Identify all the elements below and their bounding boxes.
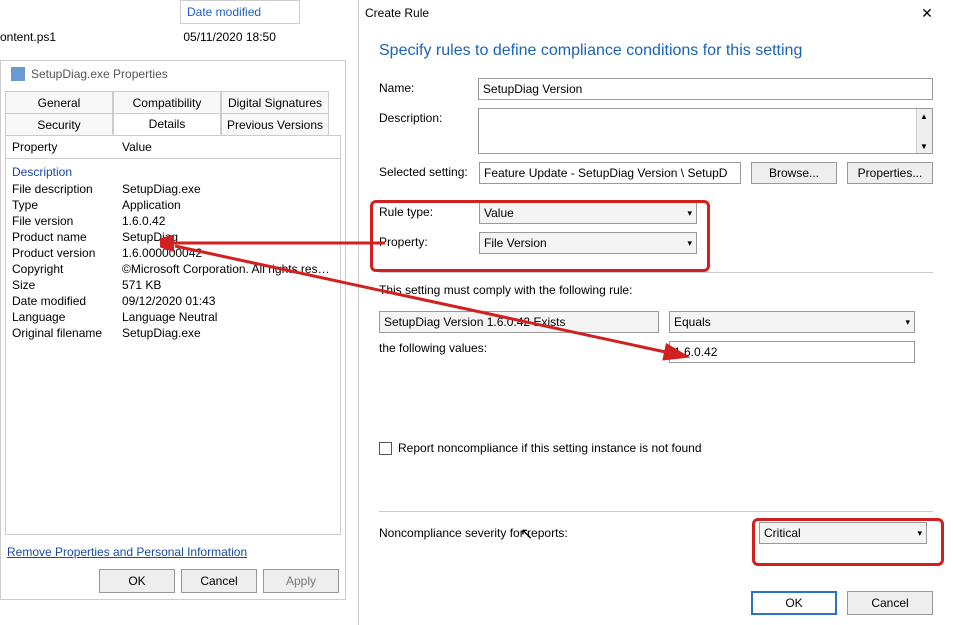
prop-label: Original filename xyxy=(12,326,122,340)
name-input[interactable]: SetupDiag Version xyxy=(478,78,933,100)
prop-value: 571 KB xyxy=(122,278,334,292)
prop-label: Product version xyxy=(12,246,122,260)
prop-value: Language Neutral xyxy=(122,310,334,324)
browse-button[interactable]: Browse... xyxy=(751,162,837,184)
report-noncompliance-checkbox[interactable]: Report noncompliance if this setting ins… xyxy=(379,441,933,455)
prop-value: ©Microsoft Corporation. All rights reser… xyxy=(122,262,334,276)
properties-button[interactable]: Properties... xyxy=(847,162,933,184)
dialog-heading: Specify rules to define compliance condi… xyxy=(359,26,953,78)
checkbox-label: Report noncompliance if this setting ins… xyxy=(398,441,702,455)
prop-value: SetupDiag.exe xyxy=(122,182,334,196)
label-following-values: the following values: xyxy=(379,341,669,355)
scroll-up-icon[interactable]: ▲ xyxy=(916,109,932,123)
annotation-highlight xyxy=(370,200,710,272)
operator-select[interactable]: Equals▾ xyxy=(669,311,915,333)
properties-window: SetupDiag.exe Properties General Compati… xyxy=(0,60,346,600)
file-date-label: 05/11/2020 18:50 xyxy=(183,30,276,44)
cancel-button[interactable]: Cancel xyxy=(847,591,933,615)
prop-label: Language xyxy=(12,310,122,324)
annotation-highlight xyxy=(752,518,944,566)
rule-summary-field: SetupDiag Version 1.6.0.42 Exists xyxy=(379,311,659,333)
tab-details[interactable]: Details xyxy=(113,113,221,135)
tab-compatibility[interactable]: Compatibility xyxy=(113,91,221,113)
prop-label: Product name xyxy=(12,230,122,244)
cancel-button[interactable]: Cancel xyxy=(181,569,257,593)
col-property: Property xyxy=(12,140,122,154)
remove-properties-link[interactable]: Remove Properties and Personal Informati… xyxy=(1,535,253,569)
section-description: Description xyxy=(6,159,340,181)
tab-previous-versions[interactable]: Previous Versions xyxy=(221,113,329,135)
prop-value-file-version: 1.6.0.42 xyxy=(122,214,334,228)
details-panel: Property Value Description File descript… xyxy=(5,135,341,535)
ok-button[interactable]: OK xyxy=(99,569,175,593)
file-name-label: ontent.ps1 xyxy=(0,30,180,44)
column-header-date[interactable]: Date modified xyxy=(180,0,300,24)
prop-value: 09/12/2020 01:43 xyxy=(122,294,334,308)
app-icon xyxy=(11,67,25,81)
value-input[interactable]: 1.6.0.42 xyxy=(669,341,915,363)
col-value: Value xyxy=(122,140,152,154)
prop-label: File description xyxy=(12,182,122,196)
window-title: Create Rule xyxy=(365,6,429,20)
label-severity: Noncompliance severity for reports: xyxy=(379,526,759,540)
prop-value: SetupDiag.exe xyxy=(122,326,334,340)
close-button[interactable]: ✕ xyxy=(907,2,947,24)
prop-value: 1.6.000000042 xyxy=(122,246,334,260)
label-description: Description: xyxy=(379,108,478,125)
close-icon: ✕ xyxy=(921,5,933,22)
prop-label: Copyright xyxy=(12,262,122,276)
properties-title: SetupDiag.exe Properties xyxy=(1,61,345,87)
prop-label: Type xyxy=(12,198,122,212)
label-name: Name: xyxy=(379,78,478,95)
checkbox-icon xyxy=(379,442,392,455)
comply-text: This setting must comply with the follow… xyxy=(379,283,933,297)
selected-setting-field: Feature Update - SetupDiag Version \ Set… xyxy=(479,162,741,184)
prop-value: Application xyxy=(122,198,334,212)
chevron-down-icon: ▾ xyxy=(905,317,910,328)
prop-label: Date modified xyxy=(12,294,122,308)
apply-button[interactable]: Apply xyxy=(263,569,339,593)
prop-value: SetupDiag xyxy=(122,230,334,244)
ok-button[interactable]: OK xyxy=(751,591,837,615)
tab-security[interactable]: Security xyxy=(5,113,113,135)
prop-label: File version xyxy=(12,214,122,228)
tab-general[interactable]: General xyxy=(5,91,113,113)
label-selected-setting: Selected setting: xyxy=(379,162,479,179)
description-textarea[interactable]: ▲ ▼ xyxy=(478,108,933,154)
prop-label: Size xyxy=(12,278,122,292)
file-row[interactable]: ontent.ps1 05/11/2020 18:50 xyxy=(0,30,276,44)
tab-digital-signatures[interactable]: Digital Signatures xyxy=(221,91,329,113)
scroll-down-icon[interactable]: ▼ xyxy=(916,139,932,153)
